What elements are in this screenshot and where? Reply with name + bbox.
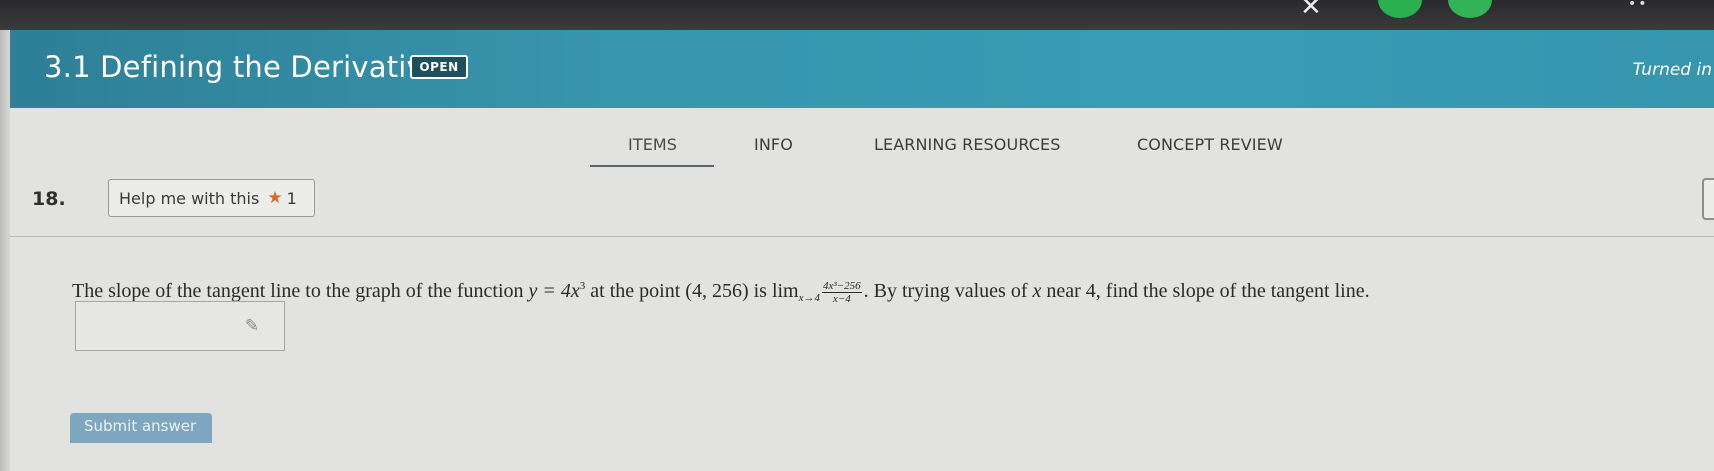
status-badge: OPEN (410, 55, 468, 79)
question-text: The slope of the tangent line to the gra… (72, 280, 1370, 305)
question-number: 18. (32, 188, 66, 210)
help-button-label: Help me with this (119, 188, 260, 208)
status-dot-icon (1378, 0, 1422, 18)
screen-edge (0, 30, 10, 471)
pencil-icon[interactable]: ✎ (241, 315, 263, 337)
limit-fraction: 4x³−256 x−4 (822, 280, 862, 305)
tab-items[interactable]: ITEMS (628, 135, 677, 154)
tab-info[interactable]: INFO (754, 135, 793, 154)
monitor-bezel: ✕ •• (0, 0, 1714, 30)
close-icon: ✕ (1300, 0, 1322, 22)
star-icon: ★ (267, 188, 283, 208)
more-icon: •• (1628, 0, 1649, 12)
fraction-denominator: x−4 (832, 293, 851, 305)
help-count: 1 (286, 188, 297, 208)
help-me-button[interactable]: Help me with this ★ 1 (108, 179, 315, 217)
status-dot-icon (1448, 0, 1492, 18)
active-tab-indicator (590, 165, 714, 167)
question-panel: ITEMS INFO LEARNING RESOURCES CONCEPT RE… (10, 108, 1714, 471)
fraction-numerator: 4x³−256 (822, 280, 862, 293)
function-expression: y = 4x (528, 280, 580, 303)
side-panel-toggle[interactable] (1702, 178, 1714, 220)
submit-answer-button[interactable]: Submit answer (70, 413, 212, 443)
tab-concept-review[interactable]: CONCEPT REVIEW (1137, 135, 1283, 154)
assignment-title: 3.1 Defining the Derivative (44, 50, 442, 84)
turned-in-label: Turned in (1632, 60, 1712, 80)
tab-learning-resources[interactable]: LEARNING RESOURCES (874, 135, 1060, 154)
limit-subscript: x→4 (798, 292, 820, 305)
assignment-header: 3.1 Defining the Derivative OPEN Turned … (10, 30, 1714, 108)
divider (10, 236, 1714, 237)
